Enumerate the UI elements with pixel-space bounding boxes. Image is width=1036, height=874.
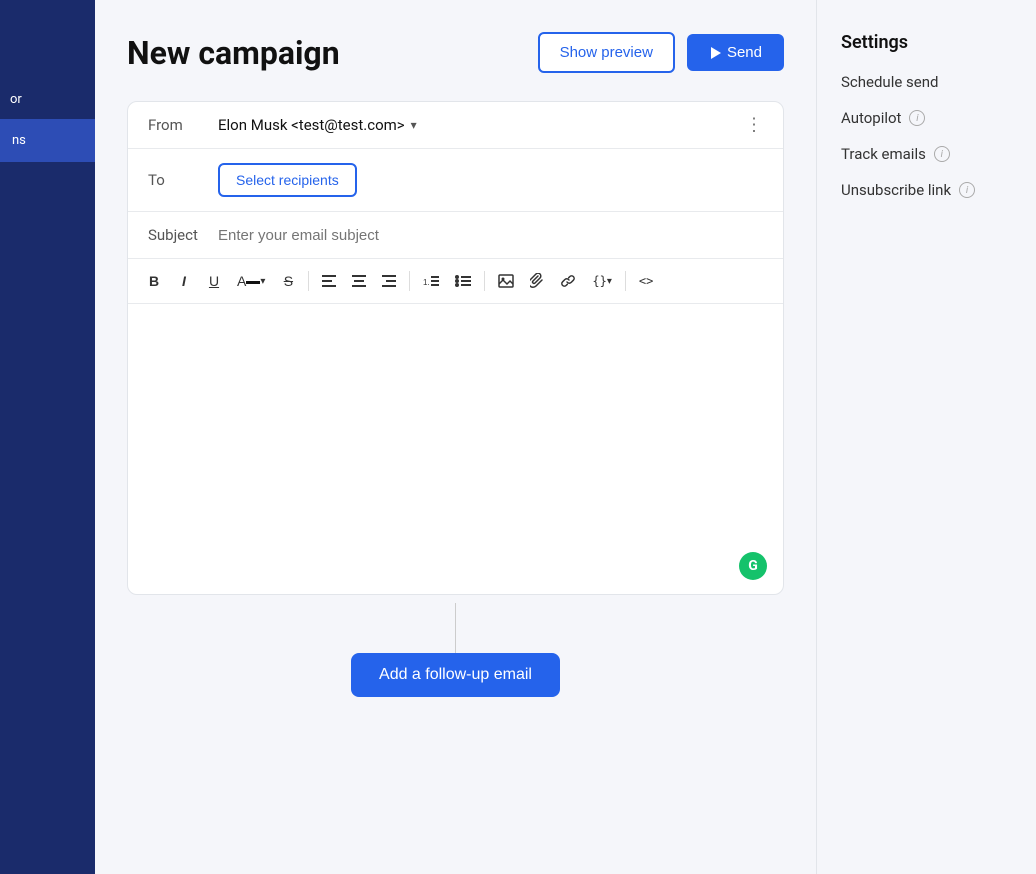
settings-item-track-emails[interactable]: Track emails i: [841, 145, 1012, 163]
from-label: From: [148, 116, 218, 134]
header-actions: Show preview Send: [538, 32, 784, 73]
link-button[interactable]: [553, 267, 583, 295]
toolbar-separator-1: [308, 271, 309, 291]
sidebar: or ns: [0, 0, 95, 874]
grammarly-badge: G: [739, 552, 767, 580]
settings-item-unsubscribe-link[interactable]: Unsubscribe link i: [841, 181, 1012, 199]
subject-input[interactable]: [218, 227, 763, 244]
align-center-icon: [352, 275, 366, 287]
from-field: From Elon Musk <test@test.com> ▾ ⋮: [128, 102, 783, 149]
unordered-list-button[interactable]: [448, 267, 478, 295]
strikethrough-button[interactable]: S: [274, 267, 302, 295]
main-content: New campaign Show preview Send From Elon…: [95, 0, 816, 874]
to-label: To: [148, 171, 218, 189]
to-field: To Select recipients: [128, 149, 783, 212]
link-icon: [560, 273, 576, 289]
more-options-button[interactable]: ⋮: [745, 115, 765, 136]
toolbar-separator-3: [484, 271, 485, 291]
unsubscribe-info-icon[interactable]: i: [959, 182, 975, 198]
show-preview-button[interactable]: Show preview: [538, 32, 675, 73]
variable-dropdown-arrow: ▾: [607, 276, 612, 287]
color-indicator: [246, 281, 260, 284]
align-left-icon: [322, 275, 336, 287]
align-right-icon: [382, 275, 396, 287]
align-right-button[interactable]: [375, 267, 403, 295]
email-composer: From Elon Musk <test@test.com> ▾ ⋮ To Se…: [127, 101, 784, 595]
follow-up-line: [455, 603, 456, 653]
send-icon: [711, 47, 721, 59]
from-dropdown-arrow[interactable]: ▾: [411, 118, 417, 132]
align-left-button[interactable]: [315, 267, 343, 295]
variable-button[interactable]: {} ▾: [585, 267, 618, 295]
from-value[interactable]: Elon Musk <test@test.com> ▾: [218, 116, 417, 134]
editor-body[interactable]: G: [128, 304, 783, 594]
settings-item-schedule-send[interactable]: Schedule send: [841, 73, 1012, 91]
track-emails-info-icon[interactable]: i: [934, 146, 950, 162]
underline-button[interactable]: U: [200, 267, 228, 295]
unsubscribe-link-label: Unsubscribe link: [841, 181, 951, 199]
follow-up-section: Add a follow-up email: [127, 595, 784, 697]
image-icon: [498, 274, 514, 288]
track-emails-label: Track emails: [841, 145, 926, 163]
variable-label: {}: [592, 274, 606, 288]
html-button[interactable]: <>: [632, 267, 660, 295]
send-button[interactable]: Send: [687, 34, 784, 71]
select-recipients-button[interactable]: Select recipients: [218, 163, 357, 197]
italic-button[interactable]: I: [170, 267, 198, 295]
attachment-icon: [530, 273, 544, 289]
add-follow-up-button[interactable]: Add a follow-up email: [351, 653, 560, 697]
sidebar-active-item[interactable]: ns: [0, 119, 95, 162]
settings-item-autopilot[interactable]: Autopilot i: [841, 109, 1012, 127]
toolbar-separator-4: [625, 271, 626, 291]
from-email: Elon Musk <test@test.com>: [218, 116, 405, 134]
html-label: <>: [639, 274, 653, 288]
subject-label: Subject: [148, 226, 218, 244]
page-title: New campaign: [127, 34, 340, 72]
align-center-button[interactable]: [345, 267, 373, 295]
schedule-send-label: Schedule send: [841, 73, 938, 91]
attachment-button[interactable]: [523, 267, 551, 295]
settings-title: Settings: [841, 32, 1012, 53]
editor-toolbar: B I U A ▾ S: [128, 259, 783, 304]
subject-field: Subject: [128, 212, 783, 259]
svg-text:1.: 1.: [423, 278, 430, 287]
font-color-label: A: [237, 273, 246, 289]
image-button[interactable]: [491, 267, 521, 295]
unordered-list-icon: [455, 275, 471, 287]
autopilot-label: Autopilot: [841, 109, 901, 127]
ordered-list-button[interactable]: 1.: [416, 267, 446, 295]
page-header: New campaign Show preview Send: [127, 32, 784, 73]
bold-button[interactable]: B: [140, 267, 168, 295]
settings-panel: Settings Schedule send Autopilot i Track…: [816, 0, 1036, 874]
ordered-list-icon: 1.: [423, 275, 439, 287]
autopilot-info-icon[interactable]: i: [909, 110, 925, 126]
send-label: Send: [727, 44, 762, 61]
font-color-button[interactable]: A ▾: [230, 267, 272, 295]
sidebar-or-label: or: [0, 80, 32, 119]
color-dropdown-arrow: ▾: [260, 276, 265, 287]
toolbar-separator-2: [409, 271, 410, 291]
